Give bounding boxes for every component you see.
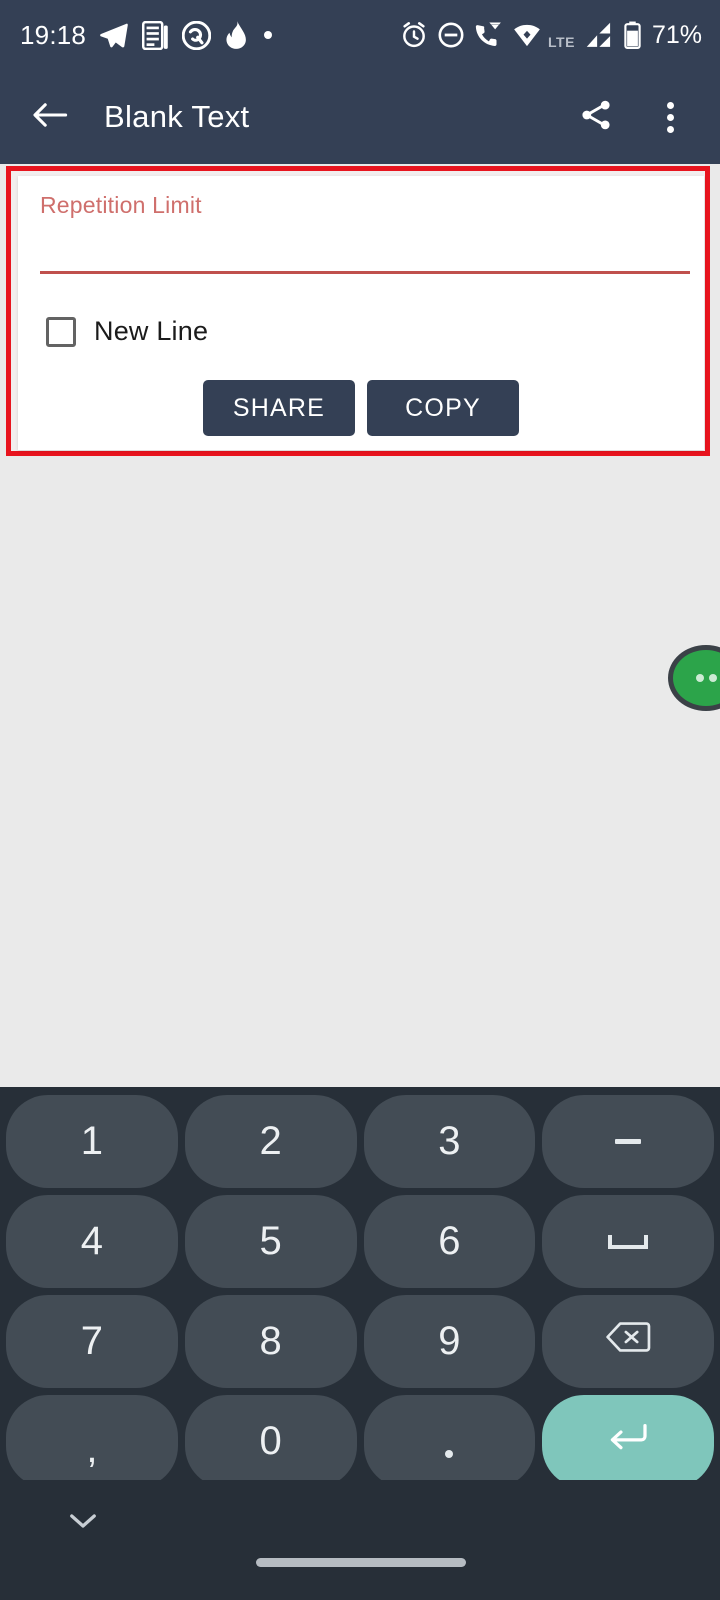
share-icon (579, 98, 613, 137)
status-bar-left-group: 19:18 (20, 20, 273, 51)
telegram-icon (99, 20, 129, 50)
status-bar-clock: 19:18 (20, 19, 87, 50)
three-dots-icon (695, 674, 704, 682)
key-8[interactable]: 8 (184, 1295, 357, 1388)
key-0[interactable]: 0 (184, 1395, 357, 1488)
keyboard-row: , 0 (6, 1395, 714, 1488)
key-backspace[interactable] (542, 1295, 714, 1388)
network-type-label: LTE (548, 34, 575, 50)
phone-screen: 19:18 LTE 71% Blank Text Repetition Limi… (0, 0, 720, 1600)
dash-icon (615, 1139, 642, 1144)
key-6[interactable]: 6 (363, 1195, 536, 1288)
three-dots-icon-dot2 (708, 674, 717, 682)
overflow-menu-button[interactable] (642, 89, 698, 145)
repetition-limit-input[interactable] (40, 222, 688, 270)
keyboard-row: 7 8 9 (6, 1295, 714, 1388)
battery-percent-label: 71% (651, 20, 702, 49)
signal-bars-icon (584, 21, 614, 49)
repetition-card: Repetition Limit New Line SHARE COPY (18, 176, 704, 450)
key-3[interactable]: 3 (363, 1095, 536, 1188)
more-vertical-icon (666, 101, 674, 133)
key-enter[interactable] (542, 1395, 714, 1488)
key-5[interactable]: 5 (184, 1195, 357, 1288)
key-period[interactable] (363, 1395, 536, 1488)
status-bar: 19:18 LTE 71% (0, 0, 720, 70)
app-bar: Blank Text (0, 70, 720, 164)
key-1[interactable]: 1 (6, 1095, 178, 1188)
status-bar-right-group: LTE 71% (400, 20, 702, 50)
alarm-clock-icon (400, 21, 428, 49)
new-line-checkbox[interactable] (46, 316, 76, 347)
highlight-outline: Repetition Limit New Line SHARE COPY (6, 166, 710, 456)
keyboard-row: 4 5 6 (6, 1195, 714, 1288)
phone-wifi-calling-icon (474, 21, 504, 49)
circle-app-icon (182, 20, 212, 50)
key-comma[interactable]: , (6, 1395, 178, 1488)
period-icon (445, 1449, 454, 1458)
hide-keyboard-button[interactable] (62, 1502, 104, 1544)
key-2[interactable]: 2 (184, 1095, 357, 1188)
enter-return-icon (606, 1419, 650, 1464)
battery-icon (623, 21, 642, 49)
card-action-buttons: SHARE COPY (18, 380, 704, 436)
back-button[interactable] (22, 89, 78, 145)
home-gesture-pill[interactable] (256, 1558, 466, 1567)
new-line-label: New Line (94, 316, 209, 346)
dot-icon (263, 30, 273, 40)
arrow-left-icon (32, 100, 68, 135)
share-button[interactable]: SHARE (203, 380, 355, 436)
repetition-limit-underline (40, 271, 690, 274)
chevron-down-icon (68, 1510, 98, 1537)
keyboard-rows: 1 2 3 4 5 6 7 8 9 , 0 (0, 1087, 720, 1488)
copy-button[interactable]: COPY (367, 380, 519, 436)
news-document-icon (142, 20, 169, 50)
key-4[interactable]: 4 (6, 1195, 178, 1288)
space-bar-icon (608, 1234, 649, 1249)
floating-bubble-button[interactable] (668, 645, 720, 711)
new-line-checkbox-row[interactable]: New Line (46, 316, 208, 347)
key-7[interactable]: 7 (6, 1295, 178, 1388)
key-minus[interactable] (542, 1095, 714, 1188)
backspace-icon (605, 1319, 651, 1364)
share-action-button[interactable] (568, 89, 624, 145)
flame-icon (224, 20, 250, 50)
wifi-icon (513, 22, 541, 48)
page-title: Blank Text (104, 99, 250, 134)
do-not-disturb-icon (437, 21, 465, 49)
navigation-bar (0, 1480, 720, 1600)
key-9[interactable]: 9 (363, 1295, 536, 1388)
key-space[interactable] (542, 1195, 714, 1288)
repetition-limit-label: Repetition Limit (40, 192, 202, 218)
keyboard-row: 1 2 3 (6, 1095, 714, 1188)
